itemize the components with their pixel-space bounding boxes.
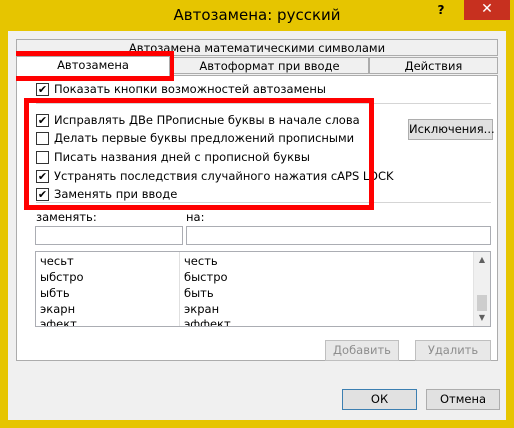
autocorrect-list[interactable]: чесьт честь ыбстро быстро ыбть быть экар… <box>35 251 491 327</box>
delete-button[interactable]: Удалить <box>415 340 491 361</box>
column-divider <box>179 252 180 326</box>
scroll-down-icon[interactable]: ▼ <box>474 310 490 326</box>
cancel-button[interactable]: Отмена <box>426 389 500 410</box>
entry-to: экран <box>184 302 220 316</box>
tab-autoformat[interactable]: Автоформат при вводе <box>170 57 369 74</box>
entry-from: ыбстро <box>40 270 84 284</box>
entry-to: честь <box>184 254 218 268</box>
title-bar[interactable]: Автозамена: русский ? ✕ <box>0 0 514 31</box>
help-button[interactable]: ? <box>426 0 456 20</box>
show-buttons-checkbox[interactable]: ✔ <box>36 83 49 96</box>
entry-to: эффект <box>184 317 231 327</box>
entry-from: эфект <box>40 317 77 327</box>
entry-to: быть <box>184 286 214 300</box>
with-label: на: <box>186 210 205 224</box>
dialog-window: Автозамена: русский ? ✕ Автозамена матем… <box>0 0 514 428</box>
replace-input[interactable] <box>35 226 183 245</box>
scroll-up-icon[interactable]: ▲ <box>474 252 490 268</box>
entry-from: ыбть <box>40 286 70 300</box>
list-scrollbar[interactable]: ▲ ▼ <box>473 252 490 326</box>
exceptions-button[interactable]: Исключения... <box>408 119 495 140</box>
entry-from: чесьт <box>40 254 74 268</box>
entry-to: быстро <box>184 270 228 284</box>
show-buttons-label: Показать кнопки возможностей автозамены <box>54 82 326 96</box>
tab-autocorrect[interactable]: Автозамена <box>16 56 170 76</box>
replace-label: заменять: <box>36 210 97 224</box>
with-input[interactable] <box>186 226 491 245</box>
add-button[interactable]: Добавить <box>325 340 399 361</box>
dialog-client-area: Автозамена математическими символами Авт… <box>8 31 506 420</box>
options-highlight-box <box>24 98 374 210</box>
scroll-thumb[interactable] <box>477 295 487 311</box>
ok-button[interactable]: ОК <box>342 389 417 410</box>
tab-actions[interactable]: Действия <box>369 57 498 74</box>
close-button[interactable]: ✕ <box>464 0 510 20</box>
entry-from: экарн <box>40 302 76 316</box>
